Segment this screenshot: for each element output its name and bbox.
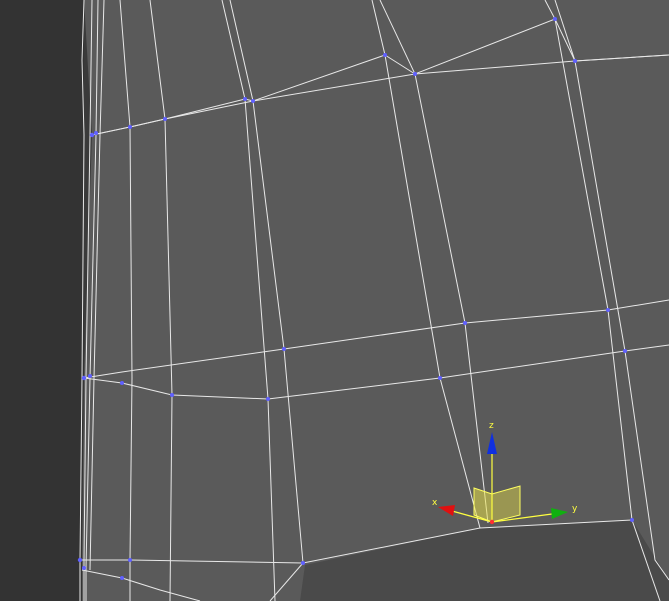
gizmo-x-label: x [432, 498, 438, 508]
viewport-canvas[interactable]: z x y [0, 0, 669, 601]
gizmo-z-label: z [489, 421, 494, 431]
gizmo-y-label: y [572, 504, 578, 514]
background-left-region [0, 0, 84, 601]
3d-viewport[interactable]: z x y [0, 0, 669, 601]
gizmo-pivot-icon[interactable] [489, 519, 495, 525]
